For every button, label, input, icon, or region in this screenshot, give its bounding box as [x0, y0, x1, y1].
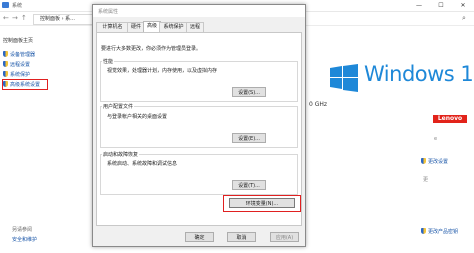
sidebar-item-label: 远程设置: [10, 62, 31, 68]
change-product-key-link[interactable]: 更改产品密钥: [421, 228, 458, 235]
cancel-button[interactable]: 取消: [227, 232, 256, 242]
startup-recovery-settings-button[interactable]: 设置(T)...: [232, 180, 266, 190]
user-profiles-desc: 与登录帐户相关的桌面设置: [107, 114, 168, 120]
shield-icon: [3, 61, 8, 67]
sidebar-item-label: 设备管理器: [10, 52, 36, 58]
sidebar-home-link[interactable]: 控制面板主页: [3, 37, 33, 44]
highlight-box-env-variables: 环境变量(N)...: [223, 195, 301, 212]
security-maintenance-link[interactable]: 安全和维护: [12, 236, 37, 243]
close-button[interactable]: ✕: [452, 0, 474, 11]
dialog-title: 系统属性: [98, 9, 119, 15]
apply-button[interactable]: 应用(A): [270, 232, 299, 242]
see-also-heading: 另请参阅: [12, 227, 33, 233]
tab-computer-name[interactable]: 计算机名: [96, 22, 129, 32]
search-icon[interactable]: ⌕: [462, 14, 466, 23]
change-product-key-label: 更改产品密钥: [428, 229, 459, 235]
sidebar-item-label: 系统保护: [10, 72, 31, 78]
shield-icon: [3, 51, 8, 57]
tab-system-protection[interactable]: 系统保护: [159, 22, 188, 32]
up-arrow-icon[interactable]: ↑: [21, 14, 27, 22]
system-properties-dialog: 系统属性 计算机名 硬件 高级 系统保护 远程 要进行大多数更改，你必须作为管理…: [92, 4, 306, 247]
sidebar-item-remote-settings[interactable]: 远程设置: [3, 61, 30, 70]
change-settings-label: 更改设置: [428, 159, 449, 165]
sidebar-item-device-manager[interactable]: 设备管理器: [3, 51, 35, 60]
address-path[interactable]: 控制面板 › 系...: [40, 15, 75, 22]
tab-remote[interactable]: 远程: [186, 22, 204, 32]
environment-variables-button[interactable]: 环境变量(N)...: [229, 198, 295, 208]
user-profiles-title: 用户配置文件: [102, 103, 135, 110]
performance-group: 性能 视觉效果，处理器计划，内存使用，以及虚拟内存 设置(S)...: [100, 58, 298, 102]
shield-icon: [421, 228, 426, 234]
change-settings-link[interactable]: 更改设置: [421, 158, 448, 165]
admin-note: 要进行大多数更改，你必须作为管理员登录。: [101, 46, 202, 52]
user-profiles-settings-button[interactable]: 设置(E)...: [232, 133, 266, 143]
advanced-tab-panel: 要进行大多数更改，你必须作为管理员登录。 性能 视觉效果，处理器计划，内存使用，…: [96, 32, 302, 226]
performance-title: 性能: [102, 58, 115, 65]
performance-settings-button[interactable]: 设置(S)...: [232, 87, 266, 97]
performance-desc: 视觉效果，处理器计划，内存使用，以及虚拟内存: [107, 68, 218, 74]
startup-recovery-group: 启动和故障恢复 系统启动、系统故障和调试信息 设置(T)...: [100, 151, 298, 195]
oem-logo: Lenovo: [433, 115, 467, 123]
shield-icon: [3, 71, 8, 77]
user-profiles-group: 用户配置文件 与登录帐户相关的桌面设置 设置(E)...: [100, 103, 298, 148]
highlight-box-advanced-settings: [2, 79, 48, 90]
info-fragment: e: [434, 136, 438, 142]
minimize-button[interactable]: —: [408, 0, 430, 11]
startup-recovery-title: 启动和故障恢复: [102, 151, 140, 158]
startup-recovery-desc: 系统启动、系统故障和调试信息: [107, 161, 178, 167]
forward-arrow-icon[interactable]: →: [12, 14, 18, 22]
shield-icon: [421, 158, 426, 164]
windows-logo-icon: [330, 64, 358, 92]
back-arrow-icon[interactable]: ←: [3, 14, 9, 22]
ok-button[interactable]: 确定: [185, 232, 214, 242]
dialog-titlebar: 系统属性: [93, 5, 305, 17]
background-window-title: 系统: [12, 3, 23, 9]
cpu-speed-text: 0 GHz: [309, 101, 328, 108]
system-icon: [2, 2, 9, 8]
maximize-button[interactable]: ☐: [430, 0, 452, 11]
info-fragment: 更: [423, 177, 429, 183]
windows-10-wordmark: Windows 10: [364, 62, 474, 86]
